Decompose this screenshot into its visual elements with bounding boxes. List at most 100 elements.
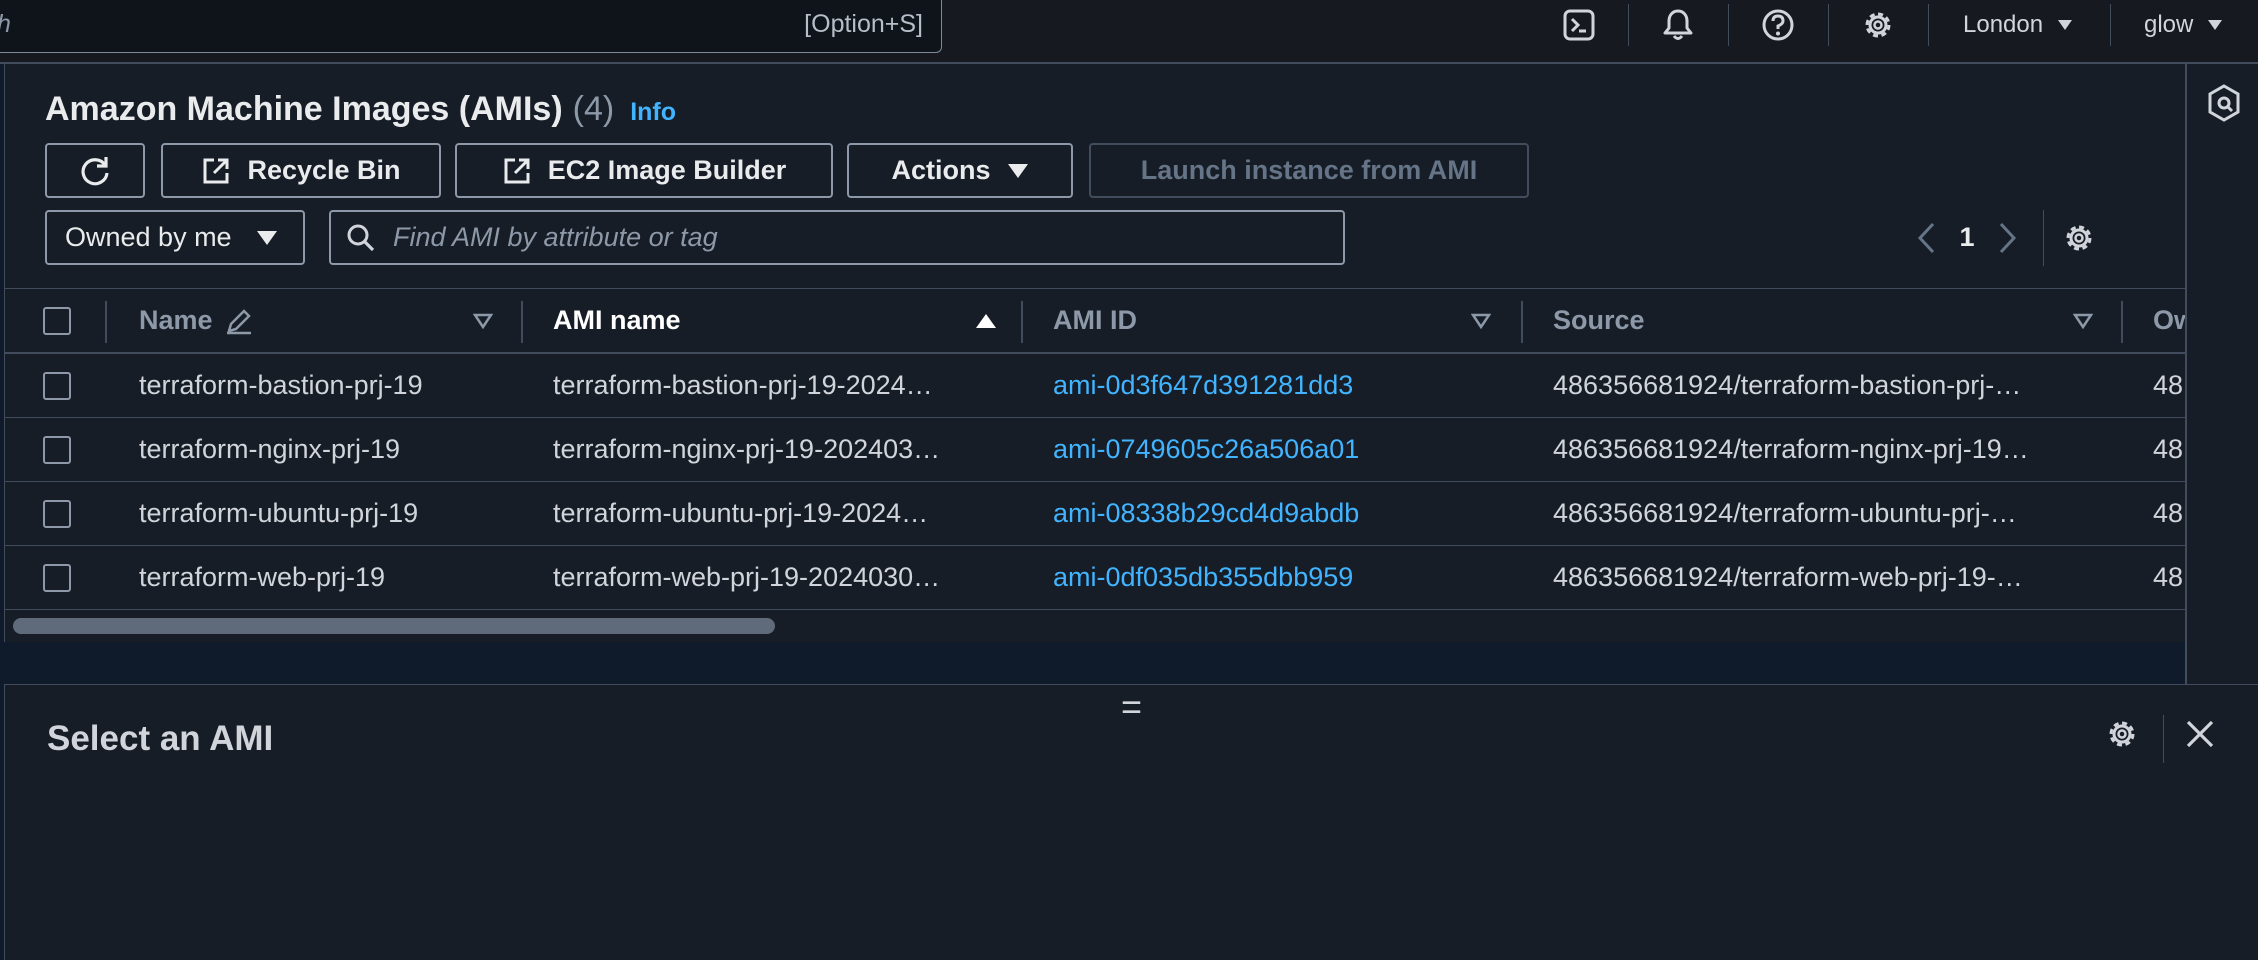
cell-ami-id-link[interactable]: ami-08338b29cd4d9abdb (1053, 482, 1503, 545)
column-divider (1021, 301, 1023, 343)
nav-divider (2110, 4, 2111, 46)
help-icon[interactable] (1730, 0, 1826, 50)
cell-owner: 48 (2153, 370, 2184, 400)
settings-gear-icon[interactable] (1830, 0, 1926, 50)
cell-owner: 48 (2153, 562, 2184, 592)
column-divider (521, 301, 523, 343)
column-header-source[interactable]: Source (1553, 289, 2103, 352)
table-row[interactable]: terraform-nginx-prj-19 terraform-nginx-p… (5, 418, 2186, 482)
column-header-ami-name[interactable]: AMI name (553, 289, 1003, 352)
column-ami-id-label: AMI ID (1053, 305, 1137, 335)
sort-ascending-icon (976, 313, 996, 328)
table-header-row: Name AMI name AMI ID Source Ow (5, 288, 2186, 354)
nav-divider (1928, 4, 1929, 46)
info-link[interactable]: Info (630, 98, 676, 127)
recycle-bin-button[interactable]: Recycle Bin (161, 143, 441, 198)
cell-name: terraform-ubuntu-prj-19 (139, 498, 419, 528)
split-panel: = Select an AMI (4, 684, 2258, 960)
split-panel-settings-gear-icon[interactable] (2105, 717, 2139, 751)
cell-name: terraform-bastion-prj-19 (139, 370, 423, 400)
table-row[interactable]: terraform-ubuntu-prj-19 terraform-ubuntu… (5, 482, 2186, 546)
cell-ami-name: terraform-ubuntu-prj-19-2024… (553, 498, 929, 528)
sort-caret-icon (1471, 313, 1491, 329)
cell-ami-id-link[interactable]: ami-0df035db355dbb959 (1053, 546, 1503, 609)
region-selector[interactable]: London (1963, 0, 2073, 50)
ami-list-panel: Amazon Machine Images (AMIs) (4) Info Re… (4, 64, 2186, 642)
row-checkbox[interactable] (43, 435, 71, 464)
column-ami-name-label: AMI name (553, 305, 681, 335)
row-checkbox[interactable] (43, 563, 71, 592)
column-header-name[interactable]: Name (139, 289, 509, 352)
ami-search-placeholder: Find AMI by attribute or tag (393, 222, 718, 252)
nav-divider (1828, 4, 1829, 46)
row-checkbox[interactable] (43, 371, 71, 400)
horizontal-scrollbar[interactable] (13, 618, 775, 634)
caret-down-icon (256, 230, 277, 245)
external-link-icon (203, 158, 229, 183)
split-panel-title: Select an AMI (47, 719, 274, 758)
account-menu[interactable]: glow (2144, 0, 2223, 50)
cell-name: terraform-web-prj-19 (139, 562, 386, 592)
edit-pencil-icon (226, 308, 251, 334)
page-title: Amazon Machine Images (AMIs) (45, 90, 563, 128)
search-shortcut-hint: [Option+S] (804, 10, 923, 38)
chevron-left-icon[interactable] (1915, 221, 1939, 255)
global-search-input[interactable]: h [Option+S] (0, 0, 942, 53)
cell-name: terraform-nginx-prj-19 (139, 434, 401, 464)
cell-source: 486356681924/terraform-nginx-prj-19… (1553, 434, 2029, 464)
nav-divider (1728, 4, 1729, 46)
launch-instance-button[interactable]: Launch instance from AMI (1089, 143, 1529, 198)
actions-label: Actions (891, 155, 991, 185)
close-icon[interactable] (2183, 717, 2217, 751)
cloudshell-icon[interactable] (1531, 0, 1627, 50)
tools-panel-icon[interactable] (2207, 84, 2241, 122)
ami-count: (4) (572, 90, 615, 128)
owner-filter-select[interactable]: Owned by me (45, 210, 305, 265)
pagination: 1 (1915, 209, 2096, 266)
ec2-image-builder-button[interactable]: EC2 Image Builder (455, 143, 833, 198)
current-page[interactable]: 1 (1939, 222, 1995, 253)
launch-instance-label: Launch instance from AMI (1140, 155, 1478, 185)
search-placeholder: h (0, 10, 11, 39)
external-link-icon (504, 158, 530, 183)
cell-source: 486356681924/terraform-bastion-prj-… (1553, 370, 2022, 400)
right-tools-rail (2185, 64, 2258, 684)
cell-ami-name: terraform-nginx-prj-19-202403… (553, 434, 941, 464)
table-row[interactable]: terraform-web-prj-19 terraform-web-prj-1… (5, 546, 2186, 610)
chevron-right-icon[interactable] (1995, 221, 2019, 255)
pagination-divider (2043, 209, 2044, 266)
search-icon (347, 224, 375, 251)
cell-owner: 48 (2153, 434, 2184, 464)
cell-ami-id-link[interactable]: ami-0749605c26a506a01 (1053, 418, 1503, 481)
ami-search-input[interactable]: Find AMI by attribute or tag (329, 210, 1345, 265)
split-panel-resize-handle[interactable]: = (1121, 689, 1142, 725)
column-header-ami-id[interactable]: AMI ID (1053, 289, 1503, 352)
ec2-image-builder-label: EC2 Image Builder (547, 155, 787, 185)
sort-caret-icon (2073, 313, 2093, 329)
notifications-bell-icon[interactable] (1630, 0, 1726, 50)
refresh-icon (81, 156, 109, 185)
cell-ami-id-link[interactable]: ami-0d3f647d391281dd3 (1053, 354, 1503, 417)
owner-filter-label: Owned by me (65, 222, 232, 252)
actions-dropdown[interactable]: Actions (847, 143, 1073, 198)
column-owner-label: Ow (2153, 305, 2186, 335)
cell-ami-name: terraform-web-prj-19-2024030… (553, 562, 941, 592)
column-header-owner[interactable]: Ow (2153, 289, 2186, 352)
row-checkbox[interactable] (43, 499, 71, 528)
column-divider (1521, 301, 1523, 343)
select-all-checkbox[interactable] (43, 306, 71, 335)
sort-caret-icon (473, 313, 493, 329)
nav-divider (1628, 4, 1629, 46)
cell-source: 486356681924/terraform-ubuntu-prj-… (1553, 498, 2017, 528)
caret-down-icon (1007, 163, 1028, 178)
refresh-button[interactable] (45, 143, 145, 198)
top-navigation: h [Option+S] London glow (0, 0, 2258, 64)
table-preferences-gear-icon[interactable] (2062, 221, 2096, 255)
account-label: glow (2144, 11, 2194, 38)
page-header: Amazon Machine Images (AMIs) (4) Info (45, 90, 676, 129)
table-row[interactable]: terraform-bastion-prj-19 terraform-basti… (5, 354, 2186, 418)
column-divider (2121, 301, 2123, 343)
cell-source: 486356681924/terraform-web-prj-19-… (1553, 562, 2023, 592)
column-source-label: Source (1553, 305, 1645, 335)
ami-table: Name AMI name AMI ID Source Ow terraform… (5, 288, 2186, 610)
